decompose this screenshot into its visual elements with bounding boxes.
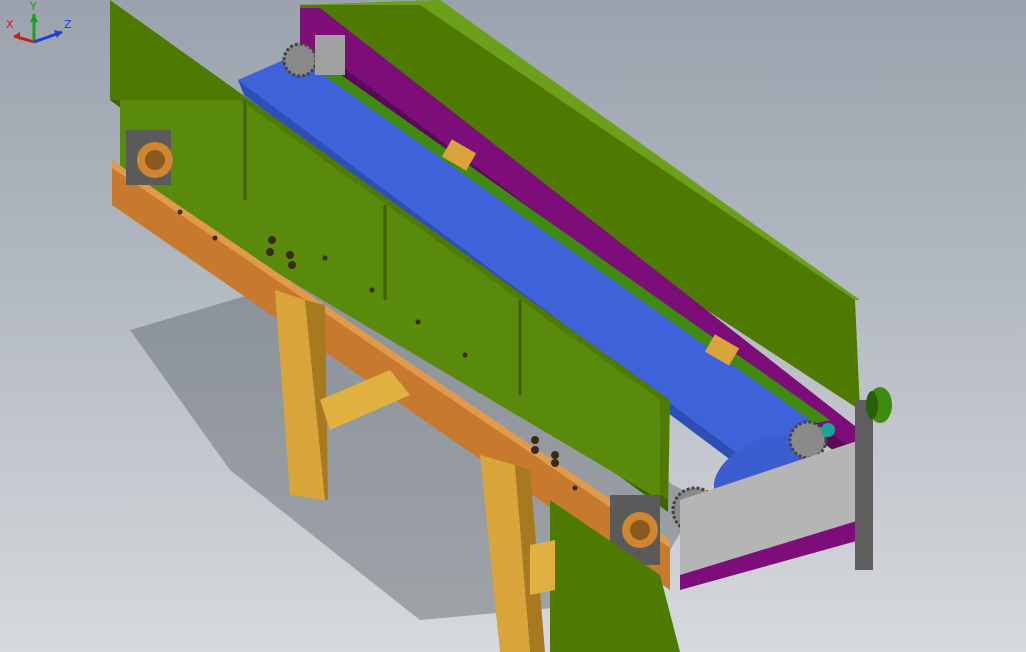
drive-motor[interactable] (866, 387, 892, 423)
y-axis-label: Y (29, 0, 37, 13)
conveyor-model[interactable] (0, 0, 1026, 652)
x-axis-label: X (6, 18, 14, 31)
3d-graphics-viewport[interactable]: X Y Z (0, 0, 1026, 652)
x-arrow-icon (14, 32, 20, 40)
leg-crossbar-lower (530, 540, 555, 595)
left-bearing-block[interactable] (126, 130, 173, 185)
end-post (855, 400, 873, 570)
coordinate-triad: X Y Z (6, 0, 72, 44)
z-axis-label: Z (64, 18, 72, 31)
y-arrow-icon (30, 14, 38, 22)
